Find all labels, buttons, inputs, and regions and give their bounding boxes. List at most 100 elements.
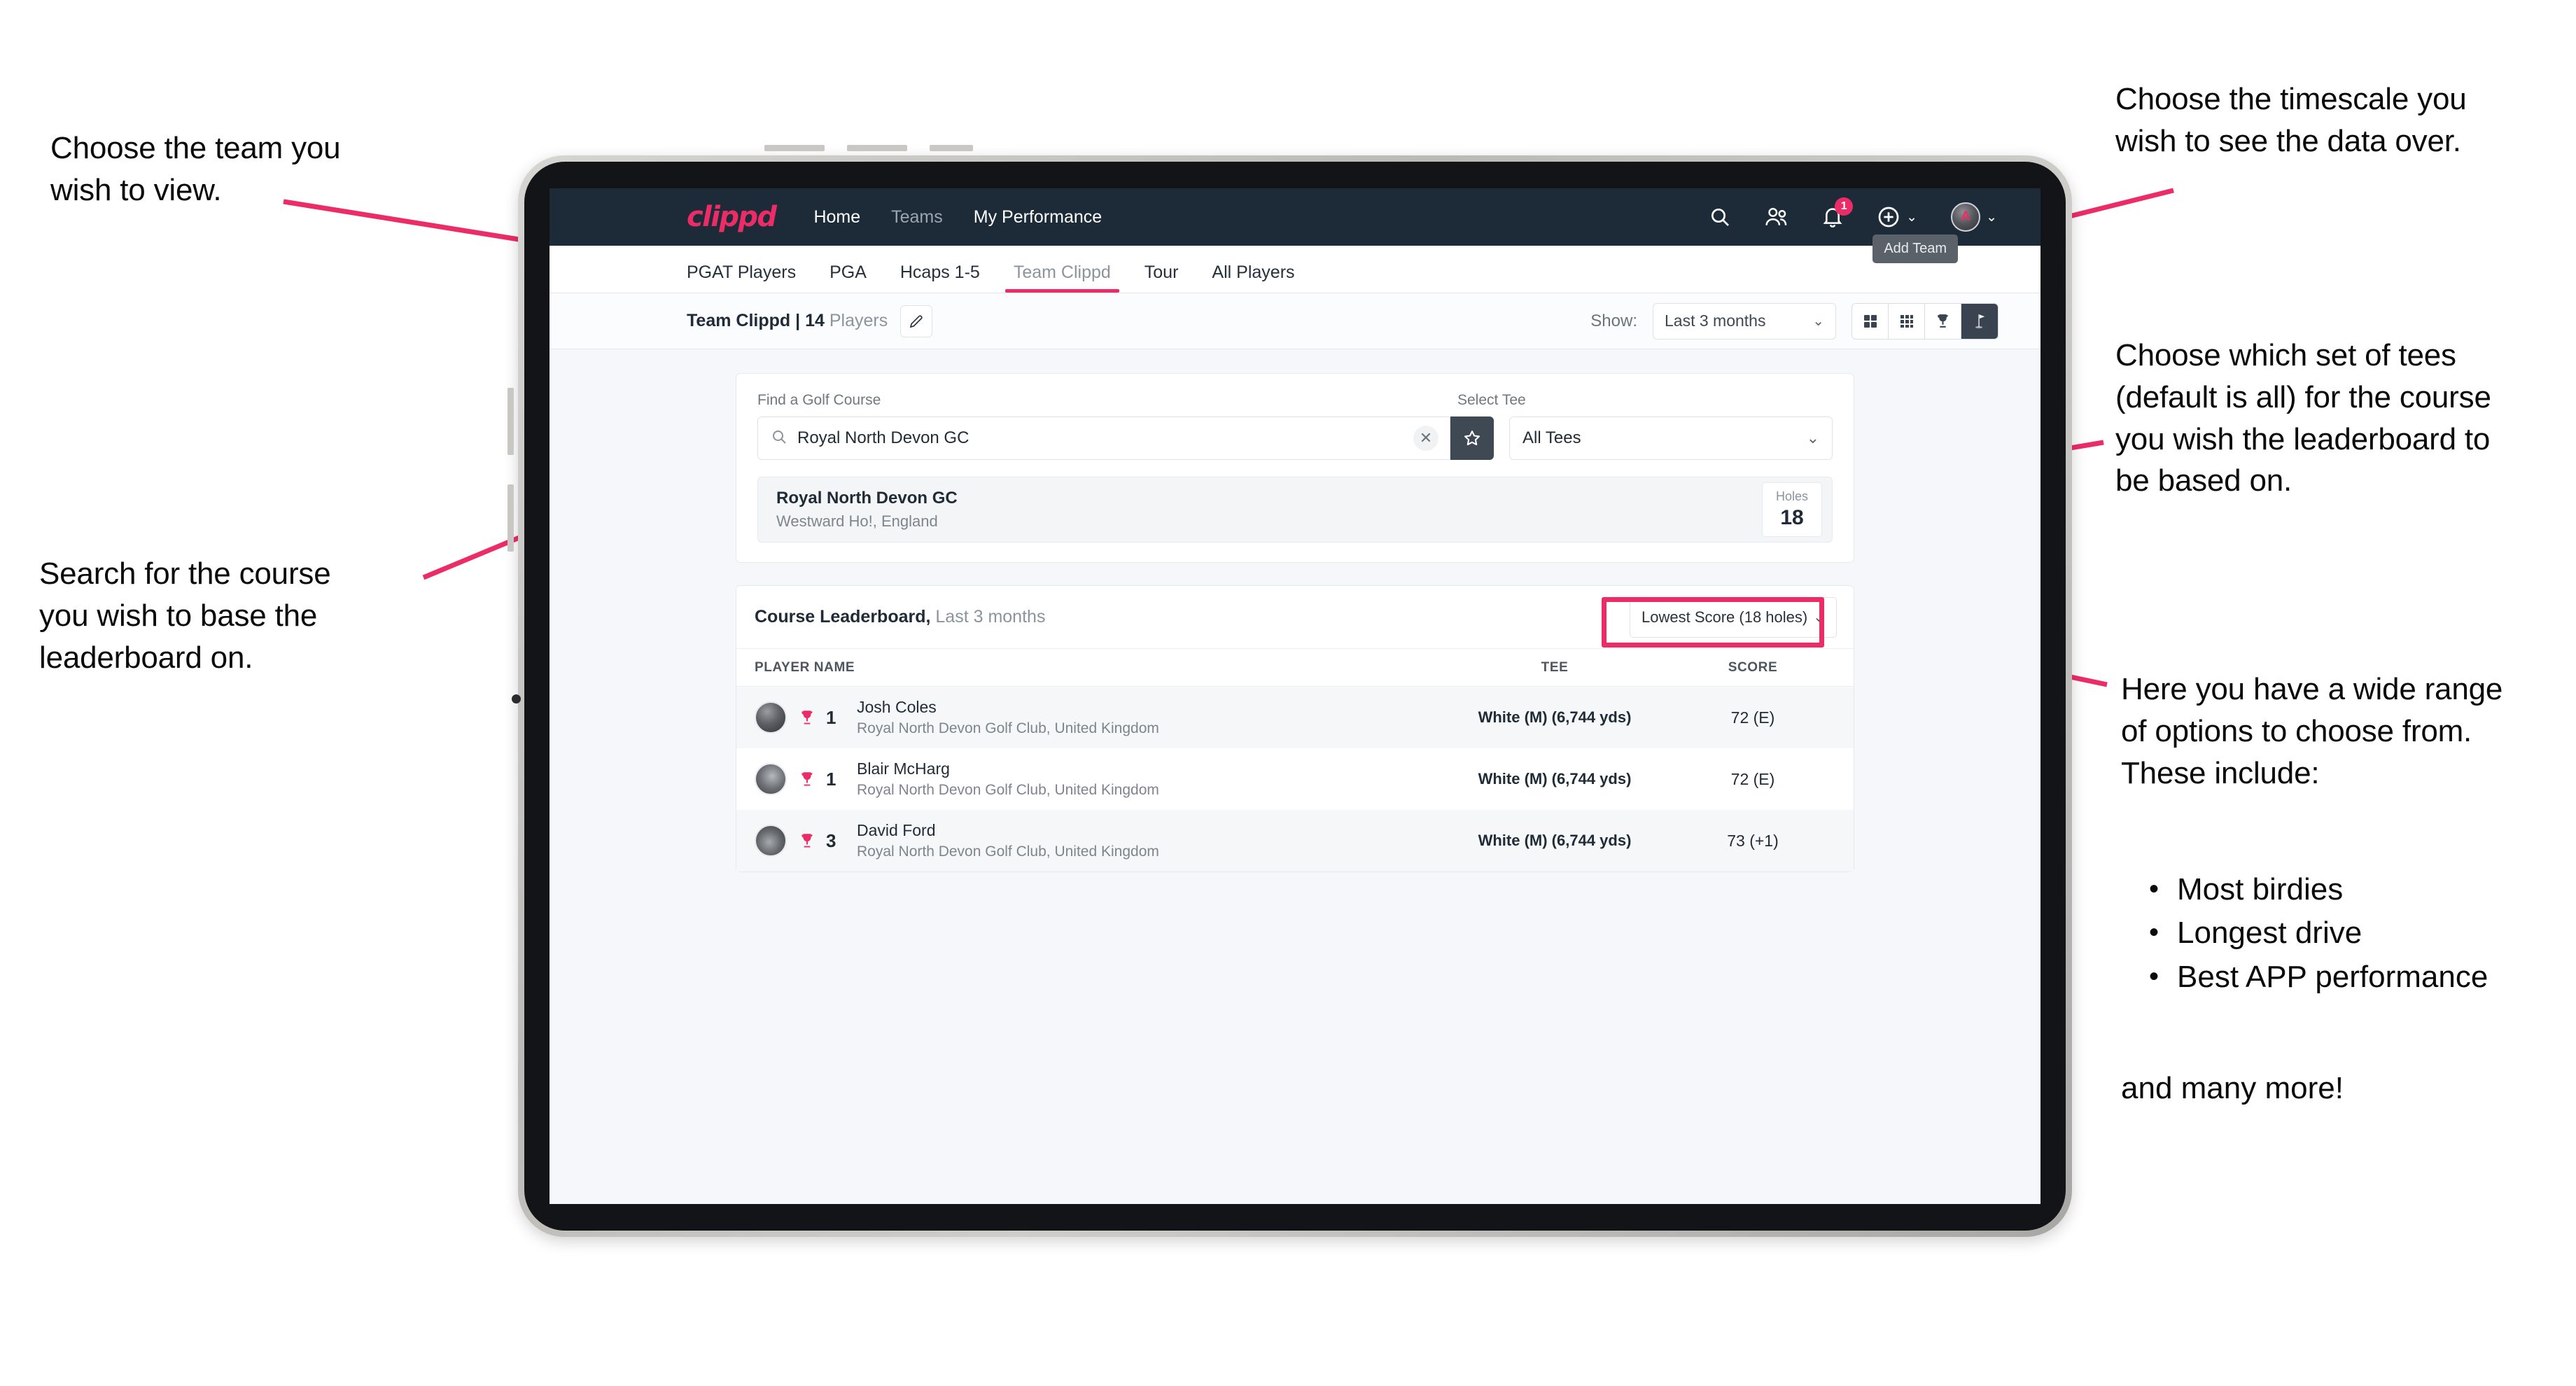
trophy-icon: [798, 770, 816, 788]
list-item: • Most birdies: [2149, 868, 2576, 911]
table-row[interactable]: 1 Josh Coles Royal North Devon Golf Club…: [736, 687, 1854, 748]
chevron-down-icon[interactable]: ⌄: [1906, 209, 1917, 225]
notification-badge: 1: [1835, 197, 1854, 216]
view-mode-golf-flag[interactable]: [1961, 303, 1998, 339]
view-mode-grid-3x3[interactable]: [1889, 303, 1925, 339]
search-icon: [771, 428, 788, 449]
player-text: Blair McHarg Royal North Devon Golf Club…: [857, 760, 1159, 799]
course-result-text: Royal North Devon GC Westward Ho!, Engla…: [776, 489, 958, 531]
tablet-bezel: clippd Home Teams My Performance 1 ⌄ A ⌄…: [524, 162, 2066, 1231]
app-screen: clippd Home Teams My Performance 1 ⌄ A ⌄…: [550, 188, 2040, 1204]
page-root: Choose the team you wish to view. Search…: [0, 0, 2576, 1386]
bell-icon[interactable]: 1: [1822, 197, 1854, 228]
people-icon[interactable]: [1765, 206, 1788, 228]
course-leaderboard-card: Course Leaderboard, Last 3 months Lowest…: [736, 585, 1854, 872]
annotation-choose-timescale: Choose the timescale you wish to see the…: [2115, 82, 2467, 158]
column-tee: TEE: [1541, 659, 1569, 675]
player-club: Royal North Devon Golf Club, United King…: [857, 844, 1159, 860]
course-result-row[interactable]: Royal North Devon GC Westward Ho!, Engla…: [757, 477, 1833, 542]
edit-team-button[interactable]: [900, 304, 933, 337]
device-power-button: [507, 388, 514, 455]
course-result-location: Westward Ho!, England: [776, 512, 938, 530]
bullet-dot-icon: •: [2149, 917, 2160, 948]
column-player-name: PLAYER NAME: [755, 659, 855, 675]
search-icon[interactable]: [1709, 206, 1731, 228]
tab-hcaps-1-5[interactable]: Hcaps 1-5: [883, 262, 997, 293]
player-cell: 1 Blair McHarg Royal North Devon Golf Cl…: [755, 760, 1439, 799]
course-search-value: Royal North Devon GC: [797, 428, 969, 447]
primary-nav: Home Teams My Performance: [813, 207, 1102, 227]
annotation-options-intro: Here you have a wide range of options to…: [2121, 672, 2503, 790]
tab-team-clippd[interactable]: Team Clippd: [997, 262, 1128, 293]
player-text: David Ford Royal North Devon Golf Club, …: [857, 821, 1159, 860]
select-tee-label: Select Tee: [1457, 392, 1526, 408]
column-score: SCORE: [1728, 659, 1778, 675]
player-score: 72 (E): [1730, 769, 1775, 788]
player-name: Blair McHarg: [857, 760, 950, 778]
view-mode-grid-2x2[interactable]: [1852, 303, 1889, 339]
team-tab-bar: PGAT Players PGA Hcaps 1-5 Team Clippd T…: [550, 246, 2040, 293]
bullet-label: Best APP performance: [2177, 959, 2488, 994]
annotation-choose-tees: Choose which set of tees (default is all…: [2115, 338, 2491, 498]
list-item: • Longest drive: [2149, 911, 2576, 955]
view-mode-trophy[interactable]: [1925, 303, 1961, 339]
tee-select-value: All Tees: [1522, 428, 1581, 447]
player-name: David Ford: [857, 821, 936, 839]
plus-circle-icon[interactable]: ⌄: [1877, 205, 1917, 229]
course-search-card: Find a Golf Course Select Tee Royal Nort…: [736, 373, 1854, 563]
team-players-word: Players: [829, 311, 888, 330]
course-search-input[interactable]: Royal North Devon GC ✕: [757, 416, 1450, 460]
bullet-dot-icon: •: [2149, 960, 2160, 992]
nav-link-my-performance[interactable]: My Performance: [974, 207, 1102, 227]
bullet-label: Most birdies: [2177, 872, 2344, 906]
player-club: Royal North Devon Golf Club, United King…: [857, 720, 1159, 736]
timescale-select[interactable]: Last 3 months ⌄: [1653, 302, 1836, 340]
nav-link-home[interactable]: Home: [813, 207, 860, 227]
search-field-row: Royal North Devon GC ✕ All Tees ⌄: [757, 416, 1833, 460]
holes-value: 18: [1780, 506, 1804, 529]
team-summary: Team Clippd | 14 Players: [687, 311, 888, 331]
course-result-name: Royal North Devon GC: [776, 489, 958, 507]
page-content: Find a Golf Course Select Tee Royal Nort…: [550, 349, 2040, 872]
favourite-star-button[interactable]: [1450, 416, 1494, 460]
player-tee: White (M) (6,744 yds): [1478, 832, 1632, 849]
tab-all-players[interactable]: All Players: [1195, 262, 1311, 293]
player-tee: White (M) (6,744 yds): [1478, 770, 1632, 788]
list-item: • Best APP performance: [2149, 955, 2576, 999]
leaderboard-sort-select[interactable]: Lowest Score (18 holes) ⌄: [1630, 596, 1837, 638]
leaderboard-subtitle: Last 3 months: [935, 607, 1046, 626]
device-volume-button: [764, 145, 825, 151]
bullet-label: Longest drive: [2177, 916, 2362, 951]
navbar-actions: 1 ⌄ A ⌄: [1709, 197, 1997, 232]
timescale-value: Last 3 months: [1665, 312, 1766, 330]
device-volume-button: [847, 145, 907, 151]
player-cell: 3 David Ford Royal North Devon Golf Club…: [755, 821, 1439, 860]
tab-pgat-players[interactable]: PGAT Players: [687, 262, 813, 293]
bullet-dot-icon: •: [2149, 874, 2160, 904]
clippd-logo[interactable]: clippd: [687, 201, 777, 233]
tee-select[interactable]: All Tees ⌄: [1509, 416, 1833, 460]
annotation-bullet-list: • Most birdies • Longest drive • Best AP…: [2149, 868, 2576, 999]
device-side-button: [507, 484, 514, 552]
table-row[interactable]: 3 David Ford Royal North Devon Golf Club…: [736, 810, 1854, 872]
annotation-options-outro: and many more!: [2121, 1071, 2344, 1105]
table-row[interactable]: 1 Blair McHarg Royal North Devon Golf Cl…: [736, 748, 1854, 810]
profile-avatar[interactable]: A ⌄: [1951, 202, 1997, 232]
chevron-down-icon[interactable]: ⌄: [1986, 209, 1997, 225]
avatar-initial: A: [1961, 209, 1970, 224]
leaderboard-column-headers: PLAYER NAME TEE SCORE: [736, 649, 1854, 687]
annotation-search-course: Search for the course you wish to base t…: [39, 556, 331, 675]
tab-pga[interactable]: PGA: [813, 262, 883, 293]
team-separator: |: [795, 311, 801, 330]
device-camera-dot: [512, 694, 521, 704]
player-score: 73 (+1): [1727, 831, 1779, 850]
find-course-label: Find a Golf Course: [757, 392, 881, 408]
player-text: Josh Coles Royal North Devon Golf Club, …: [857, 698, 1159, 737]
holes-label: Holes: [1775, 489, 1809, 503]
toolbar-controls: Show: Last 3 months ⌄: [1590, 302, 1998, 340]
nav-link-teams[interactable]: Teams: [891, 207, 943, 227]
player-name: Josh Coles: [857, 698, 937, 716]
tab-tour[interactable]: Tour: [1128, 262, 1196, 293]
close-icon[interactable]: ✕: [1413, 426, 1438, 451]
search-field-labels: Find a Golf Course Select Tee: [757, 392, 1833, 409]
